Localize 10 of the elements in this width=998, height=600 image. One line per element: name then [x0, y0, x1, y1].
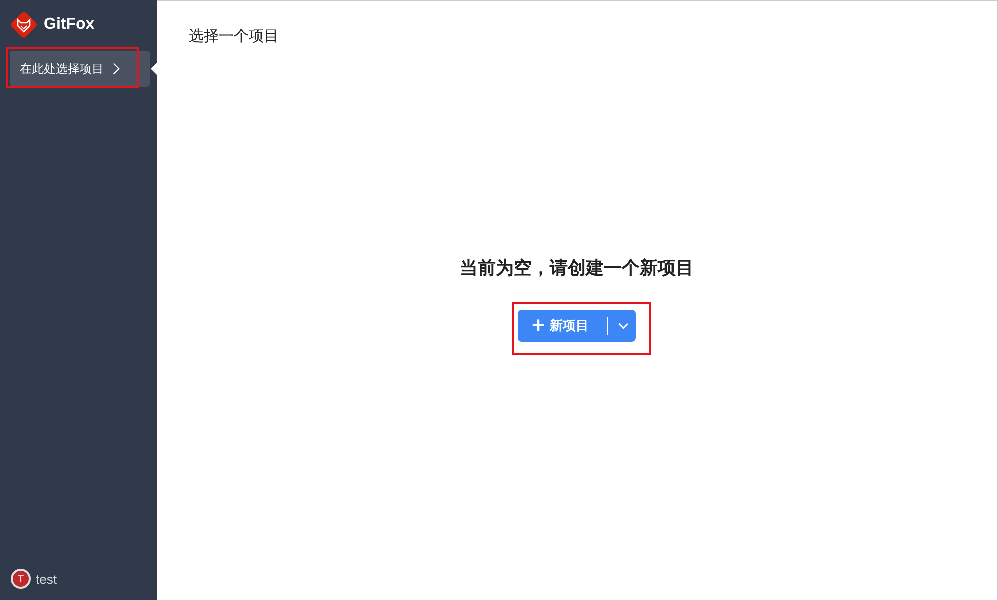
page-title: 选择一个项目: [188, 26, 280, 46]
project-selector[interactable]: 在此处选择项目: [10, 51, 150, 87]
empty-message: 当前为空，请创建一个新项目: [460, 257, 694, 280]
chevron-right-icon: [112, 62, 121, 76]
user-name: test: [36, 572, 57, 586]
caret-icon[interactable]: [618, 322, 629, 330]
plus-icon: +: [531, 317, 546, 335]
user-avatar[interactable]: T: [11, 569, 31, 589]
logo-text: GitFox: [44, 16, 95, 34]
new-project-button[interactable]: + 新项目: [518, 310, 636, 342]
